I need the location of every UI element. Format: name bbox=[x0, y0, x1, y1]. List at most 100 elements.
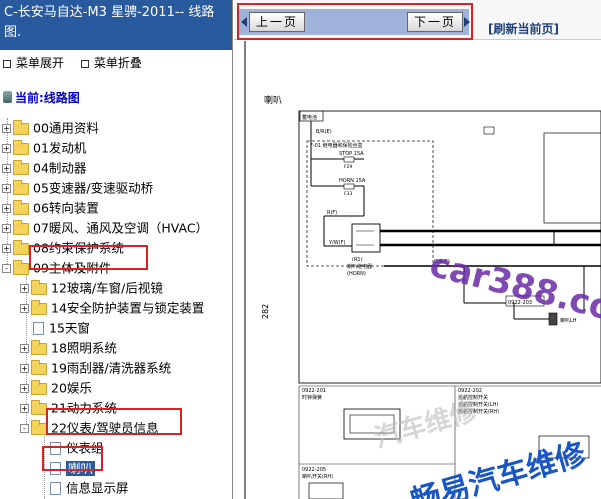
svg-text:F29: F29 bbox=[344, 164, 352, 170]
wiring-diagram: 喇叭 蓄电池 B/R(E) F-01 继电器和保险丝盒 STOP 15A F29… bbox=[244, 41, 601, 499]
refresh-page-link[interactable]: [刷新当前页] bbox=[488, 20, 559, 37]
svg-text:(HORN): (HORN) bbox=[347, 271, 366, 277]
svg-text:喇叭开关(RH): 喇叭开关(RH) bbox=[302, 473, 333, 480]
tree-item[interactable]: 15天窗 bbox=[33, 318, 90, 338]
folder-icon bbox=[13, 179, 29, 195]
expand-toggle-icon[interactable]: + bbox=[20, 384, 29, 393]
expand-icon bbox=[3, 59, 11, 68]
svg-text:R(F): R(F) bbox=[327, 210, 337, 216]
page-icon bbox=[50, 462, 61, 475]
tree-item[interactable]: +14安全防护装置与锁定装置 bbox=[20, 298, 204, 318]
expand-toggle-icon[interactable]: + bbox=[2, 124, 11, 133]
folder-icon bbox=[13, 199, 29, 215]
tree-item[interactable]: +07暖风、通风及空调（HVAC） bbox=[2, 218, 208, 238]
tree-item[interactable]: +21动力系统 bbox=[20, 398, 117, 418]
svg-text:0922-202: 0922-202 bbox=[458, 388, 482, 394]
folder-icon bbox=[13, 119, 29, 135]
folder-icon bbox=[31, 379, 47, 395]
folder-icon bbox=[13, 139, 29, 155]
expand-toggle-icon[interactable]: + bbox=[20, 404, 29, 413]
svg-text:0922-201: 0922-201 bbox=[302, 388, 326, 394]
expand-toggle-icon[interactable]: + bbox=[2, 224, 11, 233]
expand-toggle-icon[interactable]: + bbox=[20, 344, 29, 353]
tree-item-label: 22仪表/驾驶员信息 bbox=[51, 420, 159, 436]
next-page-button[interactable]: 下一页 bbox=[407, 12, 463, 32]
tree-item-label: 仪表组 bbox=[66, 440, 104, 456]
page-toolbar: 上一页 下一页 [刷新当前页] bbox=[234, 0, 601, 40]
navigation-pane: C-长安马自达-M3 星骋-2011-- 线路图. 菜单展开 菜单折叠 当前:线… bbox=[0, 0, 233, 499]
tree-item-label: 信息显示屏 bbox=[66, 480, 129, 496]
tree-item[interactable]: - 09主体及附件 bbox=[2, 258, 111, 278]
tree-item-label: 08约束保护系统 bbox=[33, 240, 124, 256]
folder-icon bbox=[13, 239, 29, 255]
tree-item[interactable]: +19雨刮器/清洗器系统 bbox=[20, 358, 171, 378]
tree-item-label: 06转向装置 bbox=[33, 200, 99, 216]
folder-icon bbox=[31, 279, 47, 295]
folder-icon bbox=[13, 159, 29, 175]
tree-item[interactable]: +01发动机 bbox=[2, 138, 86, 158]
page-number: 282 bbox=[261, 304, 270, 319]
expand-toggle-icon[interactable]: + bbox=[2, 244, 11, 253]
collapse-icon bbox=[80, 59, 89, 68]
tree-item[interactable]: +05变速器/变速驱动桥 bbox=[2, 178, 153, 198]
content-pane: 上一页 下一页 [刷新当前页] 喇叭 蓄电池 B/R(E) F-01 继电器和保… bbox=[234, 0, 601, 499]
tree-item[interactable]: +04制动器 bbox=[2, 158, 86, 178]
folder-icon bbox=[31, 359, 47, 375]
tree-item[interactable]: +20娱乐 bbox=[20, 378, 92, 398]
horn-relay bbox=[351, 223, 381, 253]
battery-label: 蓄电池 bbox=[302, 114, 317, 121]
tree-item-label: 01发动机 bbox=[33, 140, 87, 156]
folder-icon bbox=[31, 299, 47, 315]
tree-item-label: 07暖风、通风及空调（HVAC） bbox=[33, 220, 209, 236]
tree-item[interactable]: +08约束保护系统 bbox=[2, 238, 124, 258]
expand-toggle-icon[interactable]: + bbox=[20, 284, 29, 293]
expand-menu-button[interactable]: 菜单展开 bbox=[0, 54, 64, 72]
collapse-menu-button[interactable]: 菜单折叠 bbox=[78, 54, 142, 72]
section-title: 喇叭 bbox=[264, 94, 282, 106]
expand-toggle-icon[interactable]: + bbox=[2, 164, 11, 173]
folder-icon bbox=[13, 219, 29, 235]
folder-icon bbox=[31, 419, 47, 435]
tree-item-label: 12玻璃/车窗/后视镜 bbox=[51, 280, 163, 296]
tree-item-label: 00通用资料 bbox=[33, 120, 99, 136]
tree-item-label: 15天窗 bbox=[49, 320, 90, 336]
tree-item[interactable]: - 22仪表/驾驶员信息 bbox=[20, 418, 159, 438]
next-arrow-icon bbox=[464, 17, 470, 27]
prev-page-button[interactable]: 上一页 bbox=[249, 12, 305, 32]
expand-toggle-icon[interactable]: + bbox=[20, 364, 29, 373]
horn-fuse-label: HORN 15A bbox=[339, 178, 366, 184]
tree-item-label: 14安全防护装置与锁定装置 bbox=[51, 300, 205, 316]
tree-item-label: 喇叭 bbox=[66, 460, 96, 476]
expand-toggle-icon[interactable]: + bbox=[2, 204, 11, 213]
tree-item[interactable]: +18照明系统 bbox=[20, 338, 117, 358]
svg-text:时钟弹簧: 时钟弹簧 bbox=[302, 394, 322, 401]
prev-arrow-icon bbox=[241, 17, 247, 27]
tree-item-label: 05变速器/变速驱动桥 bbox=[33, 180, 154, 196]
tree-item[interactable]: 信息显示屏 bbox=[50, 478, 129, 498]
fuse-box-label: F-01 继电器和保险丝盒 bbox=[310, 142, 363, 149]
svg-text:0922-205: 0922-205 bbox=[302, 467, 326, 473]
expand-toggle-icon[interactable]: + bbox=[20, 304, 29, 313]
page-icon bbox=[33, 322, 44, 335]
folder-icon bbox=[31, 339, 47, 355]
horn-relay-label: 喇叭继电器 bbox=[347, 263, 372, 270]
tree-item-label: 20娱乐 bbox=[51, 380, 92, 396]
tree-item[interactable]: 仪表组 bbox=[50, 438, 104, 458]
tree-item[interactable]: +00通用资料 bbox=[2, 118, 99, 138]
collapse-toggle-icon[interactable]: - bbox=[20, 424, 29, 433]
expand-toggle-icon[interactable]: + bbox=[2, 144, 11, 153]
collapse-toggle-icon[interactable]: - bbox=[2, 264, 11, 273]
tree-item[interactable]: +06转向装置 bbox=[2, 198, 99, 218]
tree-item[interactable]: 喇叭 bbox=[50, 458, 96, 478]
folder-icon bbox=[13, 259, 29, 275]
folder-icon bbox=[31, 399, 47, 415]
wire-label: B/R(E) bbox=[316, 129, 332, 135]
tree-item-label: 21动力系统 bbox=[51, 400, 117, 416]
stop-fuse-label: STOP 15A bbox=[339, 151, 364, 157]
tree-item[interactable]: +12玻璃/车窗/后视镜 bbox=[20, 278, 163, 298]
expand-toggle-icon[interactable]: + bbox=[2, 184, 11, 193]
menu-controls: 菜单展开 菜单折叠 bbox=[0, 54, 152, 72]
svg-text:Y/W(F): Y/W(F) bbox=[328, 240, 346, 246]
svg-text:F33: F33 bbox=[344, 191, 352, 197]
current-location: 当前:线路图 bbox=[3, 89, 80, 107]
